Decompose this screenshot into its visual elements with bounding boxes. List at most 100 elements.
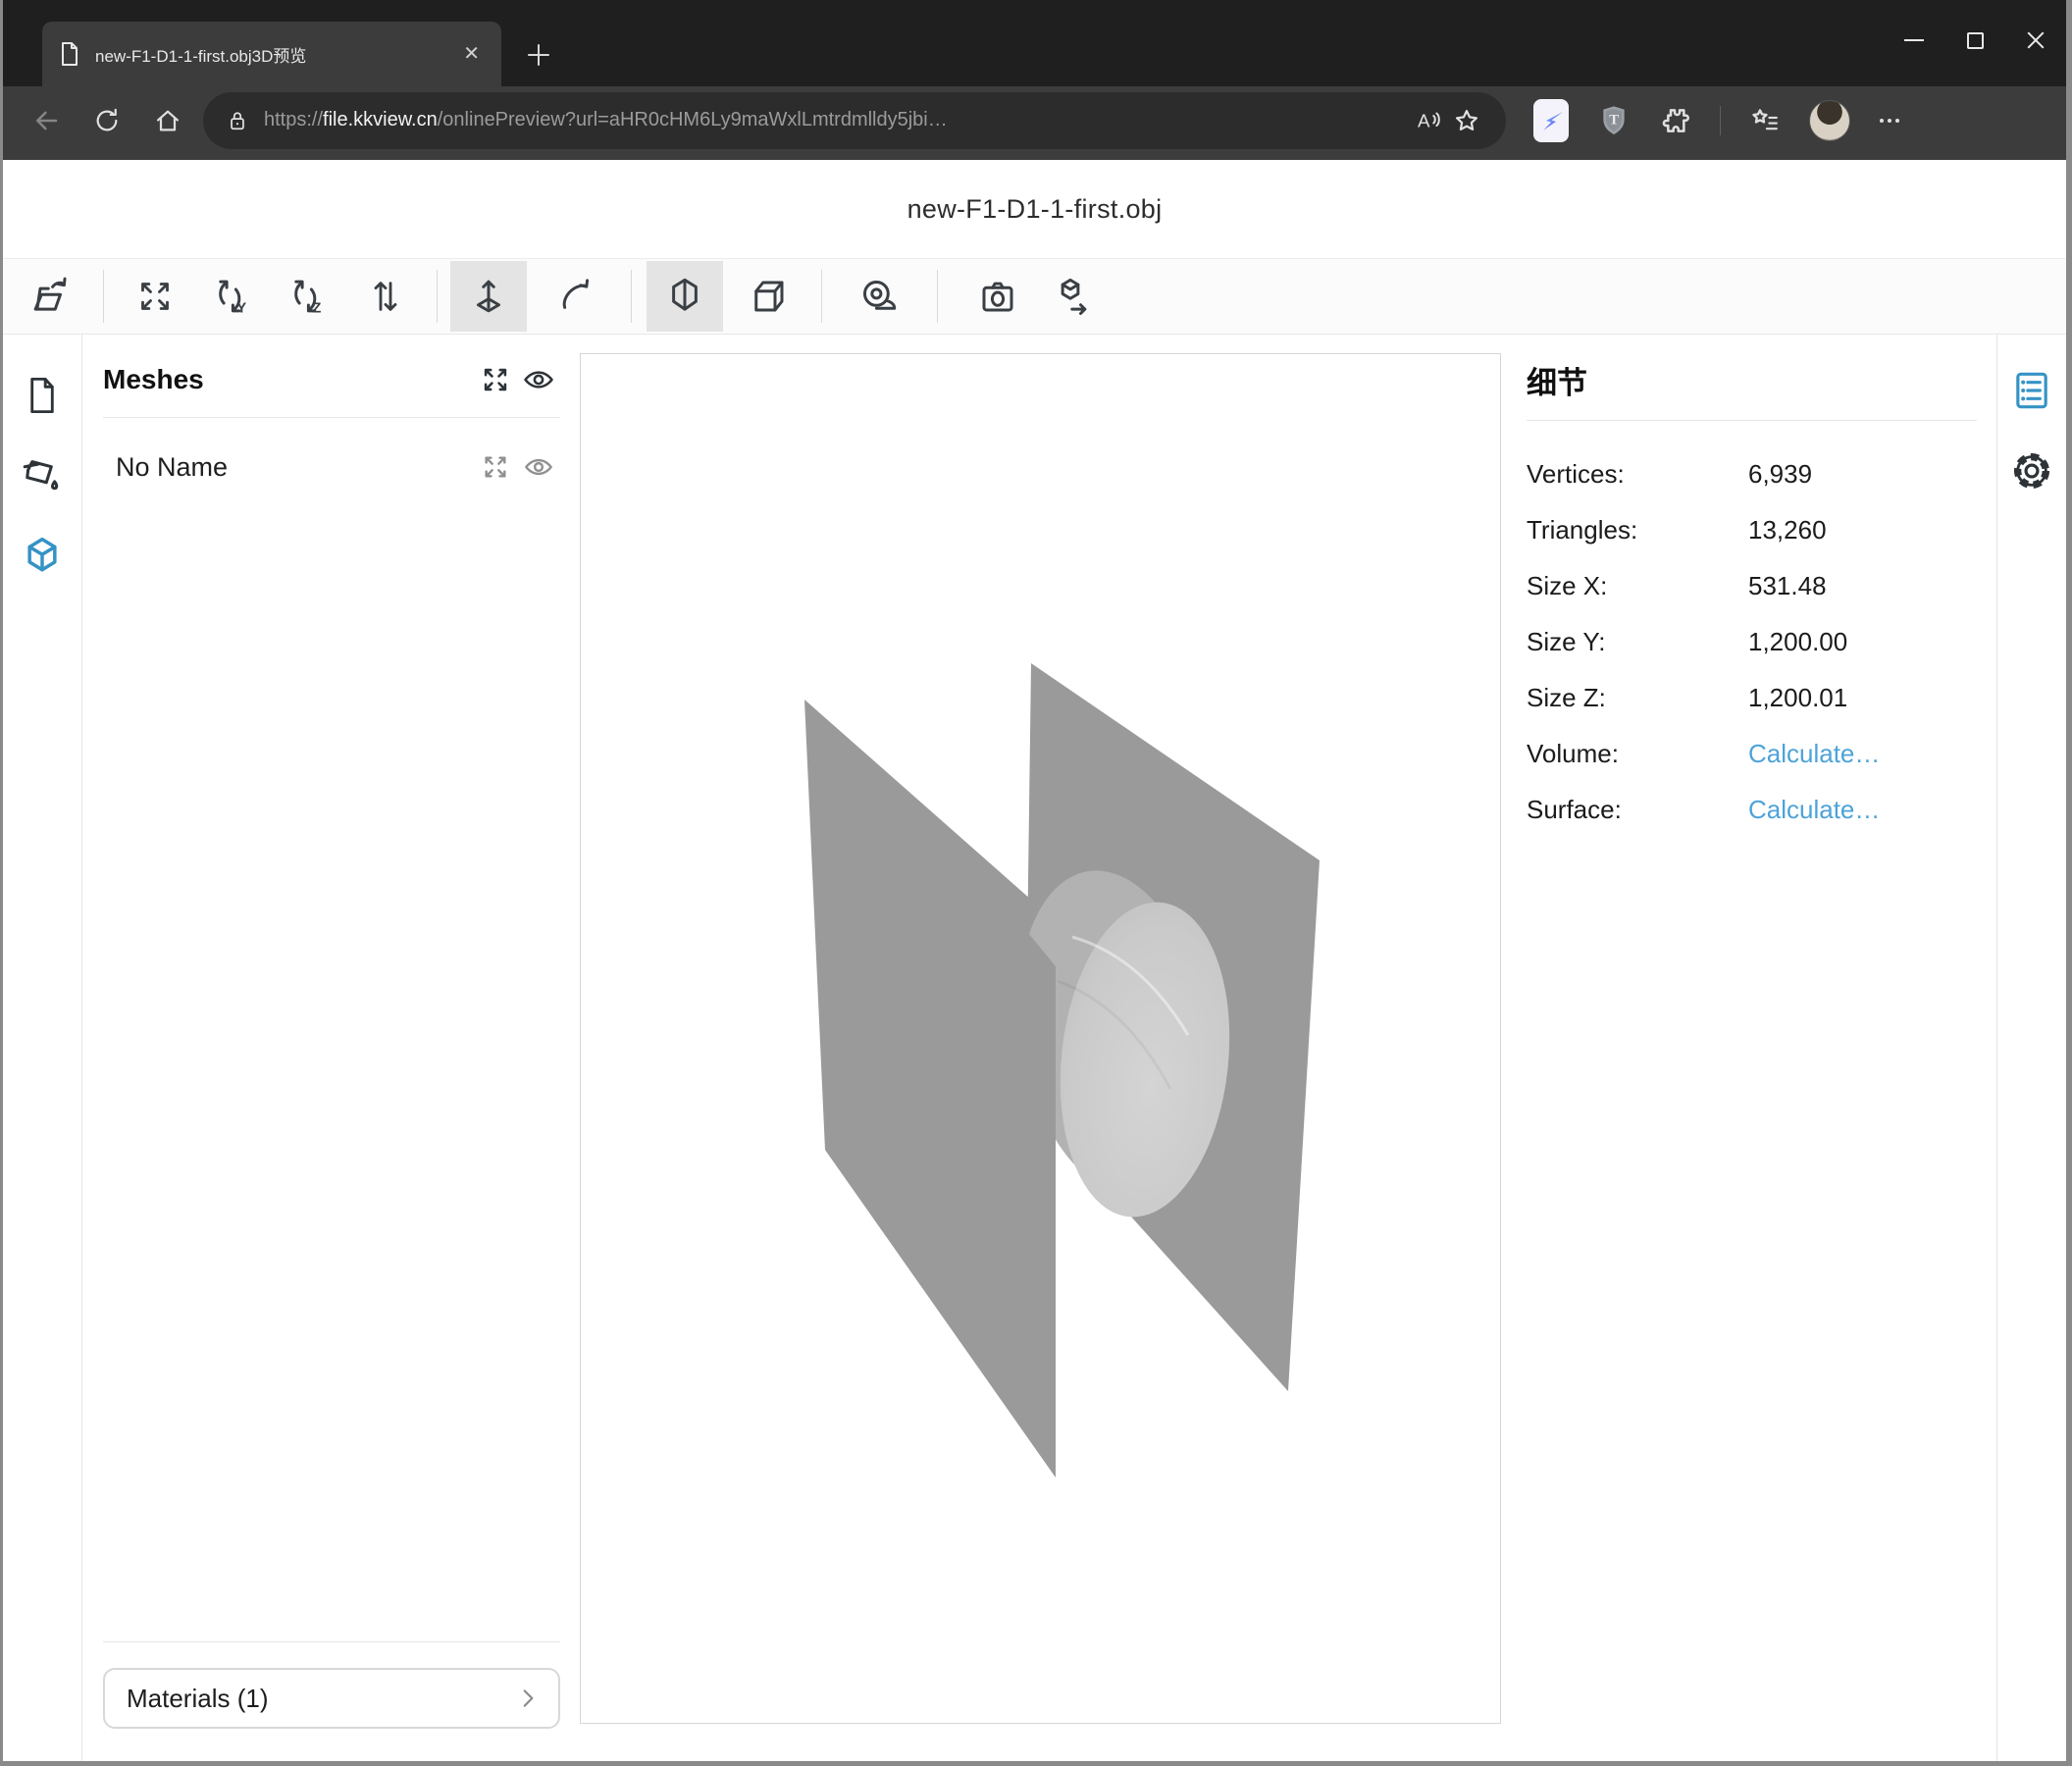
collections-button[interactable] [1750,106,1780,135]
tab-title: new-F1-D1-1-first.obj3D预览 [95,42,457,67]
up-axis-icon [468,276,509,317]
back-arrow-icon [31,106,61,135]
right-icon-rail [1996,335,2066,1761]
browser-navbar: https://file.kkview.cn/onlinePreview?url… [3,86,2066,160]
up-axis-button[interactable] [450,261,527,332]
browser-tab[interactable]: new-F1-D1-1-first.obj3D预览 ✕ [42,22,501,86]
divider [103,417,560,418]
viewer-toolbar: Y Z [3,258,2066,335]
details-label: Surface: [1527,795,1748,825]
toggle-all-visibility-button[interactable] [517,360,560,399]
maximize-button[interactable] [1944,0,2005,80]
new-tab-button[interactable] [521,37,556,73]
lock-icon [227,108,248,133]
fit-all-button[interactable] [474,360,517,399]
svg-text:Z: Z [312,301,321,317]
materials-button-label: Materials (1) [127,1684,515,1714]
calculate-link[interactable]: Calculate… [1748,795,1880,825]
tab-favicon-icon [58,41,81,67]
box-view-icon [748,276,789,317]
meshes-panel: Meshes No Name [82,335,580,1761]
mesh-list-item[interactable]: No Name [103,447,560,487]
settings-tab[interactable] [2002,450,2061,531]
chevron-right-icon [515,1686,541,1711]
details-panel: 细节 Vertices:6,939Triangles:13,260Size X:… [1501,335,1996,1761]
materials-tab[interactable] [13,454,72,535]
divider [103,1641,560,1642]
export-model-button[interactable] [1043,265,1098,328]
divider [1527,420,1977,421]
svg-text:A: A [1418,110,1430,130]
read-aloud-button[interactable]: A [1408,101,1447,140]
model-file-title: new-F1-D1-1-first.obj [3,160,2066,258]
open-file-button[interactable] [23,265,78,328]
plus-icon [525,41,552,69]
calculate-link[interactable]: Calculate… [1748,739,1880,769]
expand-icon [480,451,511,483]
list-icon [2012,370,2051,411]
favorite-button[interactable] [1447,101,1486,140]
export-model-icon [1050,276,1091,317]
fit-view-icon [135,277,175,316]
rotate-z-button[interactable]: Z [280,265,335,328]
details-value: 1,200.00 [1748,627,1847,657]
viewer-body: Meshes No Name [3,335,2066,1761]
details-label: Vertices: [1527,459,1748,490]
tampermonkey-shield-button[interactable]: T [1598,103,1630,138]
meshes-title: Meshes [103,364,474,395]
meshes-header: Meshes [103,360,560,399]
tab-close-icon[interactable]: ✕ [457,40,486,68]
rotate-z-icon: Z [286,276,328,317]
home-button[interactable] [146,99,189,142]
shaded-view-button[interactable] [647,261,723,332]
minimize-button[interactable] [1884,0,1944,80]
browser-window: new-F1-D1-1-first.obj3D预览 ✕ [0,0,2072,1766]
materials-button[interactable]: Materials (1) [103,1668,560,1729]
address-bar[interactable]: https://file.kkview.cn/onlinePreview?url… [203,92,1506,149]
details-label: Size X: [1527,571,1748,601]
toggle-mesh-visibility-button[interactable] [517,447,560,487]
minimize-icon [1904,39,1924,41]
box-view-button[interactable] [741,265,796,328]
details-value: 531.48 [1748,571,1827,601]
close-button[interactable] [2005,0,2066,80]
refresh-button[interactable] [85,99,129,142]
svg-text:Y: Y [236,301,246,317]
fit-view-button[interactable] [128,265,182,328]
eye-icon [520,363,557,396]
camera-icon [977,276,1018,317]
close-icon [2026,30,2046,50]
gear-icon [2011,450,2052,492]
file-info-tab[interactable] [13,374,72,454]
flip-vertical-button[interactable] [358,265,413,328]
orbit-arrow-icon [555,276,596,317]
page-content: new-F1-D1-1-first.obj [3,160,2066,1761]
bird-extension-icon [1537,107,1565,134]
mesh-name: No Name [116,452,474,483]
details-row: Size X:531.48 [1527,558,1977,614]
details-row: Vertices:6,939 [1527,446,1977,502]
cube-icon [21,535,64,578]
maximize-icon [1967,32,1984,49]
star-icon [1453,107,1480,134]
model-tab[interactable] [13,535,72,615]
extensions-puzzle-button[interactable] [1659,105,1690,136]
orbit-button[interactable] [548,265,603,328]
model-viewport[interactable] [580,353,1501,1724]
details-row: Size Y:1,200.00 [1527,614,1977,670]
rotate-y-button[interactable]: Y [204,265,259,328]
shaded-view-icon [664,276,705,317]
snapshot-button[interactable] [970,265,1025,328]
details-list-tab[interactable] [2002,370,2061,450]
profile-avatar[interactable] [1809,100,1850,141]
model-canvas [581,354,1500,1723]
extension-bird-button[interactable] [1533,99,1569,142]
details-value: 1,200.01 [1748,683,1847,713]
browser-menu-button[interactable] [1880,119,1899,123]
home-icon [154,107,181,134]
details-label: Volume: [1527,739,1748,769]
fit-mesh-button[interactable] [474,447,517,487]
back-button[interactable] [25,99,68,142]
left-icon-rail [3,335,82,1761]
measure-button[interactable] [852,265,906,328]
